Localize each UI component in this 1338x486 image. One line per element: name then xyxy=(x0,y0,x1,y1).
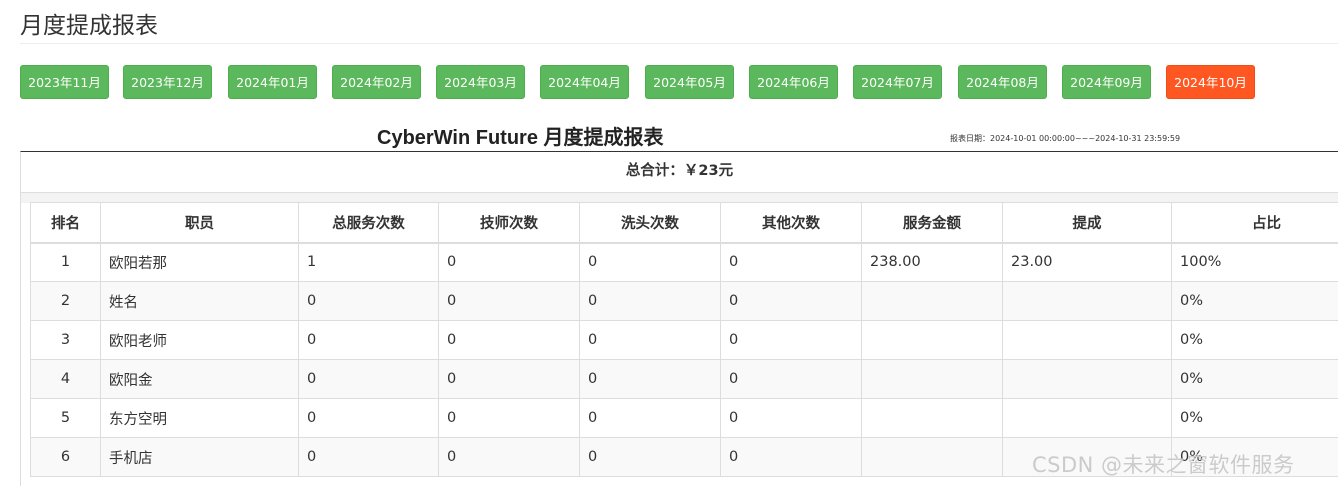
month-button-4[interactable]: 2024年03月 xyxy=(436,65,525,99)
table-row: 5 东方空明 0 0 0 0 0% xyxy=(30,398,1338,438)
month-button-0[interactable]: 2023年11月 xyxy=(20,65,109,99)
table-cell: 0% xyxy=(1171,281,1338,321)
table-cell: 0 xyxy=(298,437,439,477)
table-row: 4 欧阳金 0 0 0 0 0% xyxy=(30,359,1338,399)
table-cell: 欧阳若那 xyxy=(100,242,299,282)
commission-table: 排名 职员 总服务次数 技师次数 洗头次数 其他次数 服务金额 提成 占比 1 欧阳若那 1 0 0 0 2… xyxy=(30,202,1338,477)
table-cell: 0 xyxy=(720,398,862,438)
table-cell: 姓名 xyxy=(100,281,299,321)
table-cell xyxy=(1002,281,1172,321)
table-row: 3 欧阳老师 0 0 0 0 0% xyxy=(30,320,1338,360)
column-header: 其他次数 xyxy=(720,202,862,244)
table-cell: 3 xyxy=(30,320,101,360)
table-cell: 0 xyxy=(298,359,439,399)
table-cell: 23.00 xyxy=(1002,242,1172,282)
table-cell xyxy=(861,281,1003,321)
table-cell: 5 xyxy=(30,398,101,438)
table-cell xyxy=(861,320,1003,360)
table-cell: 2 xyxy=(30,281,101,321)
column-header: 服务金额 xyxy=(861,202,1003,244)
month-button-10[interactable]: 2024年09月 xyxy=(1062,65,1151,99)
table-cell: 100% xyxy=(1171,242,1338,282)
table-cell xyxy=(861,437,1003,477)
table-cell: 0 xyxy=(579,281,721,321)
page-title: 月度提成报表 xyxy=(20,13,158,39)
column-header: 洗头次数 xyxy=(579,202,721,244)
table-cell xyxy=(1002,398,1172,438)
table-cell: 0 xyxy=(298,398,439,438)
table-cell: 238.00 xyxy=(861,242,1003,282)
table-cell: 东方空明 xyxy=(100,398,299,438)
table-row: 1 欧阳若那 1 0 0 0 238.00 23.00 100% xyxy=(30,242,1338,282)
month-button-2[interactable]: 2024年01月 xyxy=(228,65,317,99)
table-cell: 0 xyxy=(720,281,862,321)
table-cell: 0 xyxy=(438,398,580,438)
table-cell: 欧阳金 xyxy=(100,359,299,399)
table-body: 1 欧阳若那 1 0 0 0 238.00 23.00 100% 2 姓名 0 0 0 0 0% 3 欧阳老师 0 0… xyxy=(30,242,1338,477)
month-button-8[interactable]: 2024年07月 xyxy=(853,65,942,99)
table-cell: 0 xyxy=(298,320,439,360)
table-cell xyxy=(1002,359,1172,399)
table-cell: 0 xyxy=(438,281,580,321)
table-cell: 0 xyxy=(720,320,862,360)
table-header-row: 排名 职员 总服务次数 技师次数 洗头次数 其他次数 服务金额 提成 占比 xyxy=(30,202,1338,244)
month-button-3[interactable]: 2024年02月 xyxy=(332,65,421,99)
table-cell: 0% xyxy=(1171,398,1338,438)
column-header: 占比 xyxy=(1171,202,1338,244)
month-button-9[interactable]: 2024年08月 xyxy=(958,65,1047,99)
month-button-11[interactable]: 2024年10月 xyxy=(1166,65,1255,99)
month-button-5[interactable]: 2024年04月 xyxy=(540,65,629,99)
grand-total: 总合计：￥23元 xyxy=(21,152,1338,193)
table-cell xyxy=(1002,437,1172,477)
table-cell: 4 xyxy=(30,359,101,399)
table-cell: 0 xyxy=(579,398,721,438)
table-row: 6 手机店 0 0 0 0 0% xyxy=(30,437,1338,477)
table-cell: 0 xyxy=(438,437,580,477)
table-cell: 0 xyxy=(579,320,721,360)
table-cell: 0 xyxy=(579,359,721,399)
month-button-1[interactable]: 2023年12月 xyxy=(123,65,212,99)
table-cell: 0 xyxy=(438,242,580,282)
table-cell: 0 xyxy=(579,242,721,282)
table-cell: 0 xyxy=(720,242,862,282)
column-header: 技师次数 xyxy=(438,202,580,244)
table-cell: 0% xyxy=(1171,359,1338,399)
table-cell xyxy=(861,398,1003,438)
table-cell: 0 xyxy=(579,437,721,477)
table-cell xyxy=(861,359,1003,399)
table-cell: 0% xyxy=(1171,437,1338,477)
table-wrapper: 排名 职员 总服务次数 技师次数 洗头次数 其他次数 服务金额 提成 占比 1 欧阳若那 1 0 0 0 2… xyxy=(30,202,1338,477)
month-button-7[interactable]: 2024年06月 xyxy=(749,65,838,99)
table-cell: 手机店 xyxy=(100,437,299,477)
table-cell xyxy=(1002,320,1172,360)
table-cell: 0% xyxy=(1171,320,1338,360)
table-cell: 0 xyxy=(298,281,439,321)
column-header: 排名 xyxy=(30,202,101,244)
column-header: 总服务次数 xyxy=(298,202,439,244)
report-page: 月度提成报表 2023年11月 2023年12月 2024年01月 2024年02月 2… xyxy=(0,0,1338,486)
column-header: 职员 xyxy=(100,202,299,244)
table-cell: 欧阳老师 xyxy=(100,320,299,360)
table-cell: 0 xyxy=(720,359,862,399)
table-cell: 6 xyxy=(30,437,101,477)
table-cell: 1 xyxy=(298,242,439,282)
table-cell: 0 xyxy=(438,320,580,360)
table-cell: 1 xyxy=(30,242,101,282)
report-container: 总合计：￥23元 排名 职员 总服务次数 技师次数 洗头次数 其他次数 服务金额 提成 占比 xyxy=(20,151,1338,486)
report-date-range: 报表日期：2024-10-01 00:00:00~~~2024-10-31 23… xyxy=(950,134,1181,143)
month-button-6[interactable]: 2024年05月 xyxy=(645,65,734,99)
table-row: 2 姓名 0 0 0 0 0% xyxy=(30,281,1338,321)
table-cell: 0 xyxy=(438,359,580,399)
title-divider xyxy=(20,43,1338,44)
table-cell: 0 xyxy=(720,437,862,477)
column-header: 提成 xyxy=(1002,202,1172,244)
report-title: CyberWin Future 月度提成报表 xyxy=(377,127,664,149)
